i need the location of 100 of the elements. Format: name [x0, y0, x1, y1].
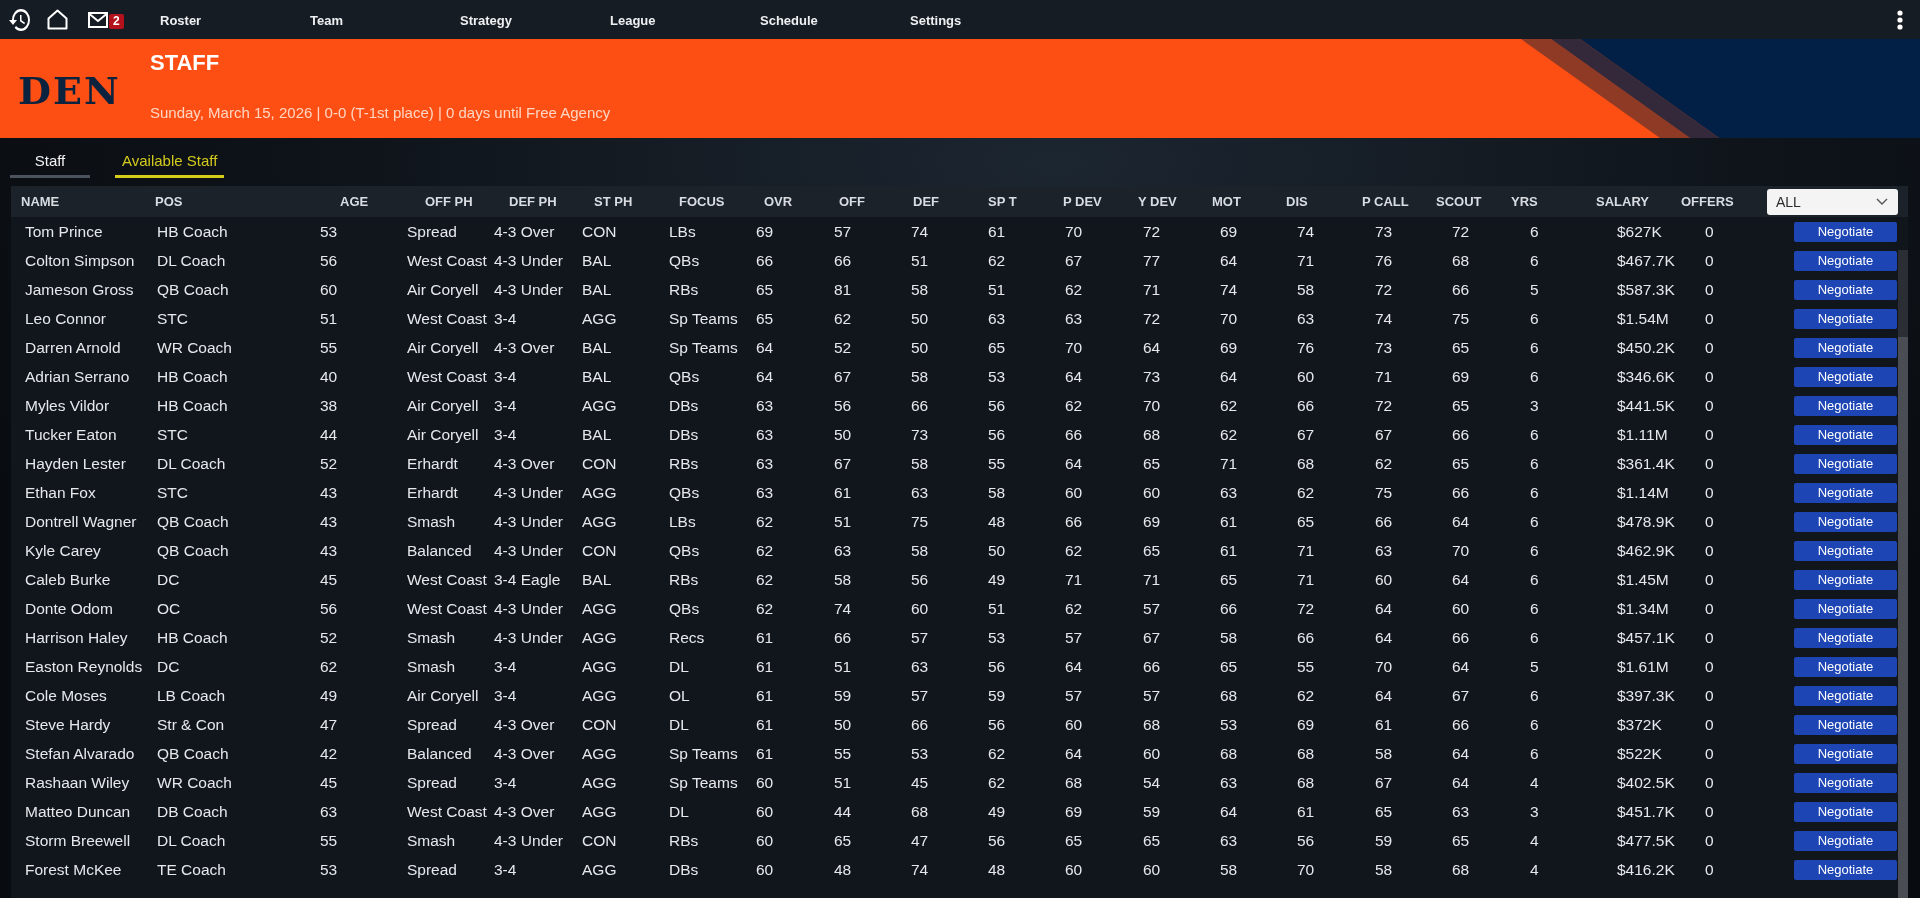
- negotiate-button[interactable]: Negotiate: [1794, 685, 1897, 706]
- mot-value: 69: [1220, 338, 1238, 357]
- negotiate-button[interactable]: Negotiate: [1794, 540, 1897, 561]
- negotiate-button[interactable]: Negotiate: [1794, 598, 1897, 619]
- nav-link[interactable]: Settings: [910, 12, 962, 28]
- mail-icon[interactable]: [88, 9, 108, 30]
- offers-value: 0: [1705, 251, 1714, 270]
- column-header: FOCUS: [679, 194, 725, 209]
- st-ph-value: AGG: [582, 686, 617, 705]
- dis-value: 71: [1297, 251, 1315, 270]
- st-ph-value: AGG: [582, 657, 617, 676]
- tab[interactable]: Staff: [10, 146, 90, 178]
- p-dev-value: 62: [1065, 396, 1083, 415]
- off-ph-value: Air Coryell: [407, 280, 479, 299]
- salary-value: $1.34M: [1617, 599, 1669, 618]
- nav-link[interactable]: Schedule: [760, 12, 818, 28]
- off-ph-value: West Coast: [407, 251, 487, 270]
- column-header: NAME: [21, 194, 60, 209]
- off-value: 74: [834, 599, 852, 618]
- tab[interactable]: Available Staff: [115, 146, 225, 178]
- negotiate-button[interactable]: Negotiate: [1794, 627, 1897, 648]
- negotiate-button[interactable]: Negotiate: [1794, 221, 1897, 242]
- def-ph-value: 4-3 Over: [494, 802, 555, 821]
- y-dev-value: 60: [1143, 860, 1161, 879]
- negotiate-button[interactable]: Negotiate: [1794, 569, 1897, 590]
- negotiate-button[interactable]: Negotiate: [1794, 337, 1897, 358]
- y-dev-value: 67: [1143, 628, 1161, 647]
- st-ph-value: AGG: [582, 628, 617, 647]
- salary-value: $1.11M: [1617, 425, 1668, 444]
- home-icon[interactable]: [47, 9, 68, 30]
- negotiate-button[interactable]: Negotiate: [1794, 453, 1897, 474]
- off-ph-value: Spread: [407, 715, 457, 734]
- scout-value: 64: [1452, 570, 1470, 589]
- y-dev-value: 72: [1143, 222, 1161, 241]
- scout-value: 66: [1452, 628, 1470, 647]
- filter-dropdown[interactable]: ALL: [1767, 188, 1898, 215]
- salary-value: $467.7K: [1617, 251, 1675, 270]
- focus-value: LBs: [669, 222, 696, 241]
- p-dev-value: 66: [1065, 512, 1083, 531]
- dis-value: 62: [1297, 686, 1315, 705]
- salary-value: $1.54M: [1617, 309, 1669, 328]
- p-dev-value: 64: [1065, 744, 1083, 763]
- nav-link[interactable]: League: [610, 12, 656, 28]
- mot-value: 62: [1220, 425, 1238, 444]
- salary-value: $457.1K: [1617, 628, 1675, 647]
- negotiate-button[interactable]: Negotiate: [1794, 366, 1897, 387]
- p-call-value: 76: [1375, 251, 1393, 270]
- def-ph-value: 4-3 Under: [494, 831, 563, 850]
- column-header: Y DEV: [1138, 194, 1177, 209]
- nav-link[interactable]: Team: [310, 12, 343, 28]
- focus-value: QBs: [669, 367, 700, 386]
- dis-value: 61: [1297, 802, 1315, 821]
- negotiate-button[interactable]: Negotiate: [1794, 308, 1897, 329]
- nav-link[interactable]: Strategy: [460, 12, 513, 28]
- dis-value: 76: [1297, 338, 1315, 357]
- sp-t-value: 53: [988, 628, 1006, 647]
- position-label: QB Coach: [157, 541, 229, 560]
- dis-value: 60: [1297, 367, 1315, 386]
- scrollbar-thumb[interactable]: [1898, 250, 1908, 337]
- p-call-value: 66: [1375, 512, 1393, 531]
- history-icon[interactable]: [9, 8, 31, 31]
- off-ph-value: West Coast: [407, 309, 487, 328]
- staff-name: Colton Simpson: [25, 251, 135, 270]
- negotiate-button[interactable]: Negotiate: [1794, 424, 1897, 445]
- negotiate-button[interactable]: Negotiate: [1794, 656, 1897, 677]
- negotiate-button[interactable]: Negotiate: [1794, 511, 1897, 532]
- position-label: QB Coach: [157, 280, 229, 299]
- negotiate-button[interactable]: Negotiate: [1794, 743, 1897, 764]
- position-label: STC: [157, 309, 188, 328]
- negotiate-button[interactable]: Negotiate: [1794, 830, 1897, 851]
- nav-link[interactable]: Roster: [160, 12, 202, 28]
- negotiate-button[interactable]: Negotiate: [1794, 250, 1897, 271]
- dis-value: 62: [1297, 483, 1315, 502]
- p-dev-value: 64: [1065, 454, 1083, 473]
- offers-value: 0: [1705, 483, 1714, 502]
- p-call-value: 62: [1375, 454, 1393, 473]
- position-label: STC: [157, 425, 188, 444]
- dis-value: 68: [1297, 744, 1315, 763]
- def-ph-value: 4-3 Under: [494, 280, 563, 299]
- p-call-value: 63: [1375, 541, 1393, 560]
- ovr-value: 66: [756, 251, 774, 270]
- scout-value: 65: [1452, 396, 1470, 415]
- negotiate-button[interactable]: Negotiate: [1794, 801, 1897, 822]
- y-dev-value: 57: [1143, 599, 1161, 618]
- y-dev-value: 72: [1143, 309, 1161, 328]
- position-label: QB Coach: [157, 744, 229, 763]
- column-header: DEF PH: [509, 194, 557, 209]
- yrs-value: 6: [1530, 425, 1539, 444]
- age-value: 44: [320, 425, 338, 444]
- y-dev-value: 59: [1143, 802, 1161, 821]
- negotiate-button[interactable]: Negotiate: [1794, 714, 1897, 735]
- offers-value: 0: [1705, 367, 1714, 386]
- negotiate-button[interactable]: Negotiate: [1794, 395, 1897, 416]
- more-menu-icon[interactable]: [1897, 9, 1903, 30]
- negotiate-button[interactable]: Negotiate: [1794, 482, 1897, 503]
- negotiate-button[interactable]: Negotiate: [1794, 772, 1897, 793]
- salary-value: $397.3K: [1617, 686, 1675, 705]
- negotiate-button[interactable]: Negotiate: [1794, 859, 1897, 880]
- negotiate-button[interactable]: Negotiate: [1794, 279, 1897, 300]
- p-call-value: 59: [1375, 831, 1393, 850]
